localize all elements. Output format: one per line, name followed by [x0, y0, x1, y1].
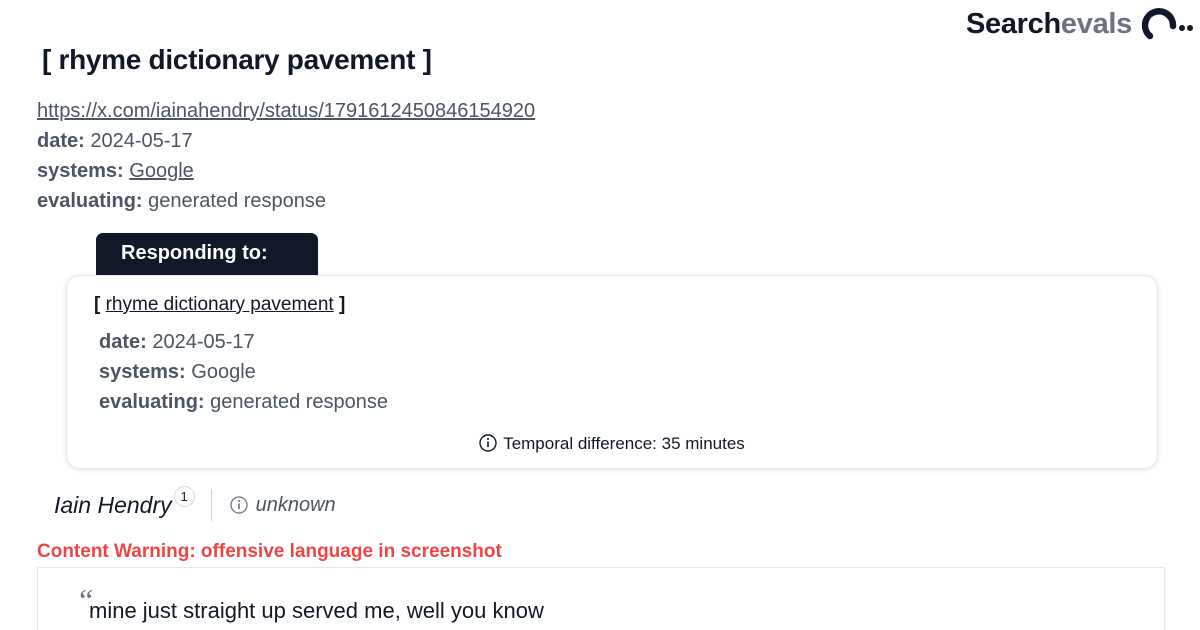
card-systems-label: systems:: [99, 361, 186, 383]
brand-word-evals: evals: [1060, 7, 1132, 40]
evaluating-value: generated response: [148, 190, 327, 212]
systems-link[interactable]: Google: [129, 160, 194, 182]
author-status: unknown: [229, 493, 336, 517]
card-systems-value: Google: [191, 361, 256, 383]
card-date-label: date:: [99, 331, 147, 353]
author-count-badge[interactable]: 1: [173, 485, 195, 507]
bracket-open: [: [94, 294, 101, 315]
card-evaluating-label: evaluating:: [99, 391, 205, 413]
author-row: Iain Hendry 1 unknown: [54, 485, 336, 521]
content-warning: Content Warning: offensive language in s…: [37, 541, 502, 562]
quote-text: mine just straight up served me, well yo…: [89, 598, 544, 623]
temporal-difference: Temporal difference: 35 minutes: [67, 434, 1157, 454]
quote-box: “ mine just straight up served me, well …: [37, 567, 1165, 630]
page-title: [ rhyme dictionary pavement ]: [42, 44, 432, 75]
page: Searchevals [ rhyme dictionary pavement …: [0, 0, 1200, 630]
brand-word-search: Search: [965, 7, 1061, 40]
systems-label: systems:: [37, 160, 124, 182]
bracket-close: ]: [339, 294, 346, 315]
systems-row: systems: Google: [37, 156, 535, 186]
date-label: date:: [37, 130, 85, 152]
card-date-value: 2024-05-17: [152, 331, 255, 353]
divider: [210, 489, 212, 521]
info-icon: [479, 434, 497, 452]
source-url-link[interactable]: https://x.com/iainahendry/status/1791612…: [37, 100, 535, 122]
date-row: date: 2024-05-17: [37, 126, 535, 156]
author-status-text: unknown: [255, 493, 336, 516]
date-value: 2024-05-17: [90, 130, 193, 152]
card-evaluating-value: generated response: [210, 391, 389, 413]
metadata: https://x.com/iainahendry/status/1791612…: [37, 96, 535, 216]
card-title-link[interactable]: rhyme dictionary pavement: [106, 294, 334, 315]
evaluating-row: evaluating: generated response: [37, 186, 535, 216]
card-title: [ rhyme dictionary pavement ]: [94, 294, 345, 316]
responding-to-tab: Responding to:: [96, 233, 318, 276]
brand-wordmark: Searchevals: [966, 8, 1132, 41]
card-metadata: date: 2024-05-17 systems: Google evaluat…: [99, 327, 388, 417]
author-name[interactable]: Iain Hendry: [54, 492, 172, 519]
info-icon[interactable]: [229, 496, 248, 514]
searchevals-logo-icon: [1142, 8, 1193, 40]
responding-to-card: [ rhyme dictionary pavement ] date: 2024…: [66, 275, 1158, 469]
brand[interactable]: Searchevals: [966, 4, 1194, 44]
temporal-difference-text: Temporal difference: 35 minutes: [503, 434, 745, 453]
evaluating-label: evaluating:: [37, 190, 143, 212]
